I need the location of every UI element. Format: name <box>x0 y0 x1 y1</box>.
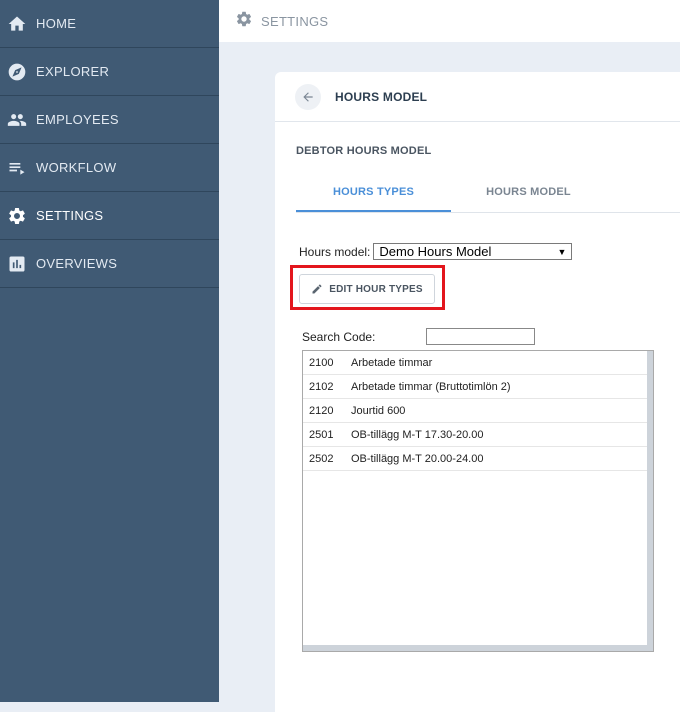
sidebar-item-overviews[interactable]: OVERVIEWS <box>0 240 219 288</box>
search-row: Search Code: <box>302 328 535 345</box>
list-item[interactable]: 2502 OB-tillägg M-T 20.00-24.00 <box>303 447 647 471</box>
sidebar-item-employees[interactable]: EMPLOYEES <box>0 96 219 144</box>
sidebar-item-label: SETTINGS <box>36 208 104 223</box>
gear-icon <box>6 205 28 227</box>
hour-type-name: OB-tillägg M-T 20.00-24.00 <box>351 452 484 465</box>
edit-hour-types-button[interactable]: EDIT HOUR TYPES <box>299 274 435 304</box>
hour-types-list: 2100 Arbetade timmar 2102 Arbetade timma… <box>302 350 654 652</box>
search-code-label: Search Code: <box>302 329 376 344</box>
hour-type-name: Arbetade timmar <box>351 356 433 369</box>
caret-down-icon: ▼ <box>557 246 567 257</box>
hours-model-selected-value: Demo Hours Model <box>379 244 492 259</box>
playlist-icon <box>6 157 28 179</box>
sidebar-item-settings[interactable]: SETTINGS <box>0 192 219 240</box>
pencil-icon <box>312 284 322 294</box>
hours-model-row: Hours model: Demo Hours Model ▼ <box>299 243 573 260</box>
arrow-left-icon <box>303 91 313 102</box>
tab-hours-model[interactable]: HOURS MODEL <box>451 178 606 212</box>
list-item[interactable]: 2501 OB-tillägg M-T 17.30-20.00 <box>303 423 647 447</box>
search-code-input[interactable] <box>426 328 535 345</box>
horizontal-scrollbar[interactable] <box>303 645 653 651</box>
section-title: DEBTOR HOURS MODEL <box>296 145 432 157</box>
sidebar-item-label: HOME <box>36 16 77 31</box>
hours-model-card: HOURS MODEL DEBTOR HOURS MODEL HOURS TYP… <box>275 72 680 712</box>
tab-hours-types[interactable]: HOURS TYPES <box>296 178 451 212</box>
edit-hour-types-label: EDIT HOUR TYPES <box>329 283 423 295</box>
home-icon <box>6 13 28 35</box>
hour-type-code: 2102 <box>309 380 334 393</box>
card-title: HOURS MODEL <box>335 89 428 104</box>
sidebar-item-home[interactable]: HOME <box>0 0 219 48</box>
top-bar: SETTINGS <box>219 0 680 42</box>
list-item[interactable]: 2102 Arbetade timmar (Bruttotimlön 2) <box>303 375 647 399</box>
sidebar-item-label: EXPLORER <box>36 64 110 79</box>
sidebar-item-explorer[interactable]: EXPLORER <box>0 48 219 96</box>
hour-type-code: 2120 <box>309 404 334 417</box>
hour-type-code: 2100 <box>309 356 334 369</box>
hours-model-label: Hours model: <box>299 244 371 259</box>
sidebar-item-label: OVERVIEWS <box>36 256 118 271</box>
hour-type-code: 2501 <box>309 428 334 441</box>
vertical-scrollbar[interactable] <box>647 351 653 645</box>
compass-icon <box>6 61 28 83</box>
page-title: SETTINGS <box>261 13 329 29</box>
sidebar-item-label: EMPLOYEES <box>36 112 119 127</box>
hour-type-name: OB-tillägg M-T 17.30-20.00 <box>351 428 484 441</box>
tab-bar: HOURS TYPES HOURS MODEL <box>296 178 680 213</box>
list-item[interactable]: 2100 Arbetade timmar <box>303 351 647 375</box>
sidebar-item-workflow[interactable]: WORKFLOW <box>0 144 219 192</box>
hour-type-name: Jourtid 600 <box>351 404 406 417</box>
gear-icon <box>235 10 253 33</box>
sidebar: HOME EXPLORER EMPLOYEES WORKFLOW SETTING… <box>0 0 219 702</box>
people-icon <box>6 109 28 131</box>
sidebar-item-label: WORKFLOW <box>36 160 117 175</box>
hour-type-name: Arbetade timmar (Bruttotimlön 2) <box>351 380 511 393</box>
back-button[interactable] <box>295 83 321 110</box>
hours-model-select[interactable]: Demo Hours Model ▼ <box>373 243 573 260</box>
list-item[interactable]: 2120 Jourtid 600 <box>303 399 647 423</box>
card-header: HOURS MODEL <box>275 72 680 122</box>
bar-chart-icon <box>6 253 28 275</box>
hour-type-code: 2502 <box>309 452 334 465</box>
